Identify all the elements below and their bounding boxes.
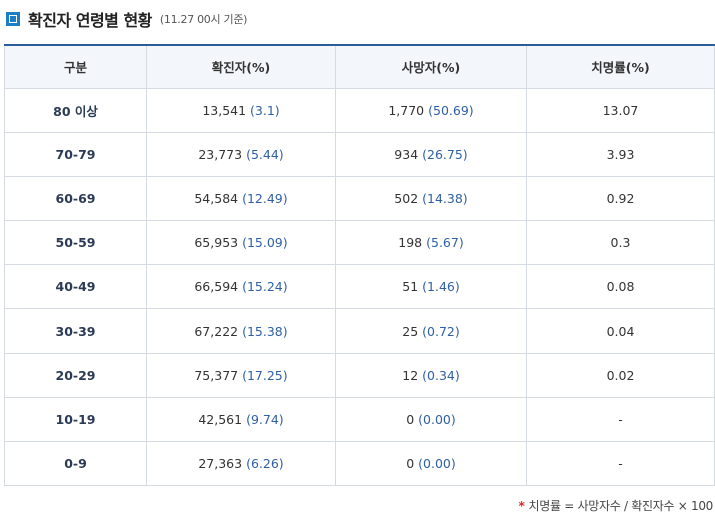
deaths-percent: (0.00) <box>418 456 456 472</box>
footnote-star: * <box>518 499 525 513</box>
table-row: 30-39 67,222 (15.38) 25 (0.72) 0.04 <box>4 308 715 354</box>
fatality-rate-cell: 0.02 <box>526 352 715 398</box>
deaths-percent: (50.69) <box>428 102 474 118</box>
deaths-cell: 0 (0.00) <box>335 396 527 443</box>
age-stats-table: 구분 확진자(%) 사망자(%) 치명률(%) 80 이상 13,541 (3.1… <box>4 44 715 487</box>
deaths-count: 25 <box>402 323 419 339</box>
deaths-cell: 0 (0.00) <box>335 440 527 487</box>
confirmed-percent: (3.1) <box>250 102 280 118</box>
table-header-row: 구분 확진자(%) 사망자(%) 치명률(%) <box>4 44 715 89</box>
fatality-rate-cell: 3.93 <box>526 131 715 177</box>
deaths-cell: 502 (14.38) <box>335 175 527 222</box>
deaths-percent: (1.46) <box>422 279 460 295</box>
deaths-count: 934 <box>394 146 419 162</box>
confirmed-percent: (9.74) <box>246 411 284 427</box>
confirmed-percent: (12.49) <box>242 190 288 206</box>
fatality-rate-cell: 0.3 <box>526 220 715 266</box>
confirmed-cell: 66,594 (15.24) <box>146 264 336 310</box>
deaths-percent: (5.67) <box>426 235 464 251</box>
deaths-count: 198 <box>398 235 423 251</box>
deaths-cell: 25 (0.72) <box>335 308 527 354</box>
confirmed-percent: (15.38) <box>242 323 288 339</box>
deaths-cell: 12 (0.34) <box>335 352 527 398</box>
confirmed-cell: 75,377 (17.25) <box>146 352 336 398</box>
deaths-percent: (0.72) <box>422 323 460 339</box>
fatality-rate-cell: 13.07 <box>526 87 715 133</box>
footnote: * 치명률 = 사망자수 / 확진자수 × 100 <box>518 497 714 514</box>
confirmed-cell: 13,541 (3.1) <box>146 87 336 133</box>
confirmed-percent: (6.26) <box>246 456 284 472</box>
deaths-cell: 51 (1.46) <box>335 264 527 310</box>
confirmed-cell: 54,584 (12.49) <box>146 175 336 222</box>
confirmed-cell: 42,561 (9.74) <box>146 396 336 443</box>
deaths-cell: 1,770 (50.69) <box>335 87 527 133</box>
title-date-note: (11.27 00시 기준) <box>159 13 248 26</box>
confirmed-cell: 23,773 (5.44) <box>146 131 336 177</box>
confirmed-percent: (15.24) <box>242 279 288 295</box>
table-row: 20-29 75,377 (17.25) 12 (0.34) 0.02 <box>4 352 715 398</box>
confirmed-cell: 65,953 (15.09) <box>146 220 336 266</box>
confirmed-percent: (5.44) <box>246 146 284 162</box>
section-title: 확진자 연령별 현황 (11.27 00시 기준) <box>6 8 247 30</box>
table-row: 70-79 23,773 (5.44) 934 (26.75) 3.93 <box>4 131 715 177</box>
deaths-cell: 198 (5.67) <box>335 220 527 266</box>
confirmed-cell: 27,363 (6.26) <box>146 440 336 487</box>
deaths-count: 12 <box>402 367 419 383</box>
age-group-cell: 20-29 <box>4 352 147 398</box>
square-bullet-icon <box>6 12 20 26</box>
fatality-rate-cell: - <box>526 440 715 487</box>
confirmed-count: 13,541 <box>202 102 247 118</box>
confirmed-percent: (15.09) <box>242 235 288 251</box>
deaths-count: 502 <box>394 190 419 206</box>
table-row: 10-19 42,561 (9.74) 0 (0.00) - <box>4 396 715 443</box>
deaths-percent: (26.75) <box>422 146 468 162</box>
fatality-rate-cell: - <box>526 396 715 443</box>
age-group-cell: 70-79 <box>4 131 147 177</box>
confirmed-count: 65,953 <box>194 235 239 251</box>
confirmed-count: 75,377 <box>194 367 239 383</box>
header-deaths: 사망자(%) <box>335 44 527 89</box>
age-group-cell: 30-39 <box>4 308 147 354</box>
table-row: 80 이상 13,541 (3.1) 1,770 (50.69) 13.07 <box>4 87 715 133</box>
deaths-cell: 934 (26.75) <box>335 131 527 177</box>
fatality-rate-cell: 0.04 <box>526 308 715 354</box>
confirmed-count: 54,584 <box>194 190 239 206</box>
deaths-count: 1,770 <box>388 102 425 118</box>
age-group-cell: 50-59 <box>4 220 147 266</box>
header-confirmed: 확진자(%) <box>146 44 336 89</box>
deaths-count: 51 <box>402 279 419 295</box>
age-group-cell: 40-49 <box>4 264 147 310</box>
deaths-percent: (0.00) <box>418 411 456 427</box>
table-row: 50-59 65,953 (15.09) 198 (5.67) 0.3 <box>4 220 715 266</box>
deaths-count: 0 <box>406 456 415 472</box>
confirmed-cell: 67,222 (15.38) <box>146 308 336 354</box>
confirmed-count: 42,561 <box>198 411 243 427</box>
fatality-rate-cell: 0.92 <box>526 175 715 222</box>
table-row: 60-69 54,584 (12.49) 502 (14.38) 0.92 <box>4 175 715 222</box>
deaths-count: 0 <box>406 411 415 427</box>
fatality-rate-cell: 0.08 <box>526 264 715 310</box>
header-group: 구분 <box>4 44 147 89</box>
age-group-cell: 80 이상 <box>4 87 147 133</box>
confirmed-count: 67,222 <box>194 323 239 339</box>
age-group-cell: 10-19 <box>4 396 147 443</box>
footnote-text: 치명률 = 사망자수 / 확진자수 × 100 <box>528 499 714 513</box>
age-group-cell: 0-9 <box>4 440 147 487</box>
page-title: 확진자 연령별 현황 <box>28 11 152 30</box>
age-group-cell: 60-69 <box>4 175 147 222</box>
header-fatality: 치명률(%) <box>526 44 715 89</box>
confirmed-percent: (17.25) <box>242 367 288 383</box>
deaths-percent: (14.38) <box>422 190 468 206</box>
table-row: 0-9 27,363 (6.26) 0 (0.00) - <box>4 440 715 487</box>
deaths-percent: (0.34) <box>422 367 460 383</box>
table-row: 40-49 66,594 (15.24) 51 (1.46) 0.08 <box>4 264 715 310</box>
confirmed-count: 27,363 <box>198 456 243 472</box>
confirmed-count: 66,594 <box>194 279 239 295</box>
confirmed-count: 23,773 <box>198 146 243 162</box>
